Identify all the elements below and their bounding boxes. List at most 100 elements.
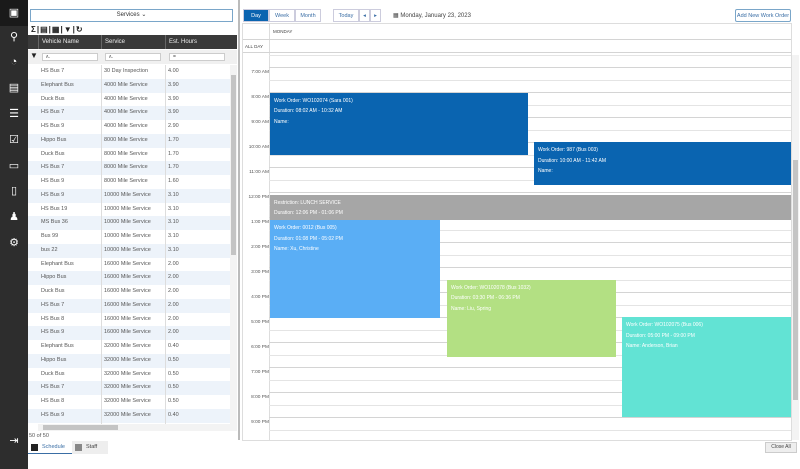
table-row[interactable]: HS Bus 8 32000 Mile Service 0.50: [28, 395, 230, 409]
services-dropdown[interactable]: Services ⌄: [30, 9, 233, 22]
table-row[interactable]: HS Bus 19 10000 Mile Service 3.10: [28, 203, 230, 217]
next-button[interactable]: ▸: [370, 9, 381, 22]
table-row[interactable]: Hippo Bus 32000 Mile Service 0.50: [28, 353, 230, 368]
table-row[interactable]: HS Bus 9 4000 Mile Service 2.90: [28, 120, 230, 134]
table-row[interactable]: Bus 99 10000 Mile Service 3.10: [28, 230, 230, 244]
table-row[interactable]: Duck Bus 8000 Mile Service 1.70: [28, 148, 230, 162]
filter-icon[interactable]: ▼: [64, 25, 73, 34]
group-icon[interactable]: ▦: [52, 25, 61, 34]
service-cell: 10000 Mile Service: [104, 219, 151, 226]
checklist-icon[interactable]: ☑: [4, 130, 24, 150]
calendar: Day Week Month Today ◂ ▸ ▦ Monday, Janua…: [240, 0, 800, 469]
table-row[interactable]: HS Bus 7 32000 Mile Service 0.50: [28, 381, 230, 396]
time-label: 5:00 PM: [251, 320, 269, 325]
vehicle-name-cell: Duck Bus: [41, 95, 65, 102]
col-est-hours[interactable]: Est. Hours: [165, 35, 229, 49]
table-row[interactable]: HS Bus 9 16000 Mile Service 2.00: [28, 326, 230, 341]
table-row[interactable]: bus 22 10000 Mile Service 3.10: [28, 243, 230, 258]
time-label: 10:00 AM: [248, 145, 269, 150]
search-icon[interactable]: ⚲: [4, 27, 24, 47]
col-service[interactable]: Service: [101, 35, 165, 49]
calendar-event[interactable]: Restriction: LUNCH SERVICE Duration: 12:0…: [270, 194, 791, 220]
table-row[interactable]: Elephant Bus 16000 Mile Service 2.00: [28, 258, 230, 272]
service-cell: 10000 Mile Service: [104, 191, 151, 198]
table-row[interactable]: Duck Bus 16000 Mile Service 2.00: [28, 285, 230, 299]
table-row[interactable]: HS Bus 7 4000 Mile Service 3.90: [28, 106, 230, 121]
table-row[interactable]: Duck Bus 32000 Mile Service 0.50: [28, 368, 230, 382]
time-label: 11:00 AM: [249, 170, 269, 175]
date-display[interactable]: ▦ Monday, January 23, 2023: [393, 12, 471, 19]
row-count: 50 of 50: [29, 433, 49, 439]
table-row[interactable]: HS Bus 9 8000 Mile Service 1.60: [28, 175, 230, 189]
dashboard-icon[interactable]: ◔: [4, 52, 24, 72]
today-button[interactable]: Today: [333, 9, 359, 22]
add-work-order-button[interactable]: Add New Work Order: [735, 9, 791, 22]
day-grid: MONDAY ALL DAY 7:00 AM 8:00 AM 9:00 AM 10:0…: [242, 23, 792, 441]
event-duration: Duration: 10:00 AM - 11:42 AM: [538, 157, 607, 164]
tab-schedule[interactable]: Schedule: [28, 441, 72, 454]
est-hours-cell: 3.10: [168, 219, 179, 226]
calendar-event[interactable]: Work Order: 987 (Bus 003) Duration: 10:00…: [534, 142, 791, 185]
service-cell: 16000 Mile Service: [104, 315, 151, 322]
vehicle-filter-input[interactable]: ʌ.: [42, 53, 98, 61]
hours-filter-input[interactable]: =: [169, 53, 225, 61]
table-row[interactable]: HS Bus 9 10000 Mile Service 3.10: [28, 188, 230, 203]
logout-icon[interactable]: ⇥: [4, 431, 24, 451]
schedule-icon[interactable]: ▤: [4, 78, 24, 98]
calendar-scrollbar[interactable]: [792, 55, 799, 440]
table-row[interactable]: MS Bus 36 10000 Mile Service 3.10: [28, 216, 230, 231]
est-hours-cell: 1.70: [168, 150, 179, 157]
view-day-button[interactable]: Day: [243, 9, 269, 22]
time-label: 7:00 PM: [251, 370, 269, 375]
view-week-button[interactable]: Week: [269, 9, 295, 22]
table-row[interactable]: Duck Bus 4000 Mile Service 3.90: [28, 93, 230, 107]
vehicle-name-cell: HS Bus 7: [41, 109, 65, 116]
calendar-event[interactable]: Work Order: 0012 (Bus 005) Duration: 01:0…: [270, 220, 440, 318]
table-vertical-scrollbar[interactable]: [230, 65, 237, 425]
table-row[interactable]: HS Bus 8 16000 Mile Service 2.00: [28, 313, 230, 327]
est-hours-cell: 2.00: [168, 274, 179, 281]
chat-icon[interactable]: ▭: [4, 156, 24, 176]
table-row[interactable]: HS Bus 7 8000 Mile Service 1.70: [28, 161, 230, 176]
calendar-event[interactable]: Work Order: WO102075 (Bus 006) Duration: …: [622, 317, 791, 417]
est-hours-cell: 0.50: [168, 398, 179, 405]
table-row[interactable]: Elephant Bus 4000 Mile Service 3.90: [28, 78, 230, 93]
vehicle-name-cell: Hippo Bus: [41, 136, 67, 143]
vehicle-name-cell: HS Bus 9: [41, 412, 65, 418]
service-cell: 10000 Mile Service: [104, 205, 151, 212]
columns-icon[interactable]: ▤: [40, 25, 49, 34]
list-icon[interactable]: ☰: [4, 104, 24, 124]
service-cell: 4000 Mile Service: [104, 95, 148, 102]
est-hours-cell: 2.00: [168, 329, 179, 336]
service-cell: 32000 Mile Service: [104, 370, 151, 377]
table-row[interactable]: Hippo Bus 8000 Mile Service 1.70: [28, 133, 230, 148]
close-all-button[interactable]: Close All: [765, 442, 797, 453]
table-row[interactable]: HS Bus 9 32000 Mile Service 0.40: [28, 409, 230, 423]
table-horizontal-scrollbar[interactable]: [38, 424, 237, 431]
vehicle-name-cell: HS Bus 8: [41, 315, 65, 322]
prev-button[interactable]: ◂: [359, 9, 370, 22]
table-row[interactable]: Elephant Bus 32000 Mile Service 0.40: [28, 340, 230, 354]
est-hours-cell: 3.10: [168, 191, 179, 198]
service-filter-input[interactable]: ʌ.: [105, 53, 161, 61]
windows-icon[interactable]: ▣: [0, 0, 28, 26]
est-hours-cell: 0.40: [168, 343, 179, 350]
tab-staff[interactable]: Staff: [72, 441, 108, 454]
calendar-icon: ▦: [393, 13, 399, 19]
table-row[interactable]: HS Bus 7 30 Day Inspection 4.00: [28, 65, 230, 79]
document-icon[interactable]: ▯: [4, 181, 24, 201]
table-row[interactable]: Hippo Bus 16000 Mile Service 2.00: [28, 271, 230, 286]
service-cell: 10000 Mile Service: [104, 246, 151, 253]
view-month-button[interactable]: Month: [295, 9, 321, 22]
settings-icon[interactable]: ⚙: [4, 233, 24, 253]
sum-icon[interactable]: Σ: [31, 25, 37, 34]
table-row[interactable]: HS Bus 7 16000 Mile Service 2.00: [28, 298, 230, 313]
refresh-icon[interactable]: ↻: [76, 25, 84, 34]
time-label: 7:00 AM: [251, 70, 269, 75]
calendar-event[interactable]: Work Order: WO102078 (Bus 1032) Duration:…: [447, 279, 616, 357]
vehicle-name-cell: bus 22: [41, 246, 58, 253]
col-vehicle-name[interactable]: Vehicle Name: [38, 35, 101, 49]
calendar-event[interactable]: Work Order: WO102074 (Sara 001) Duration:…: [270, 92, 528, 156]
time-label: 12:00 PM: [248, 195, 269, 200]
alert-icon[interactable]: ♟: [4, 207, 24, 227]
